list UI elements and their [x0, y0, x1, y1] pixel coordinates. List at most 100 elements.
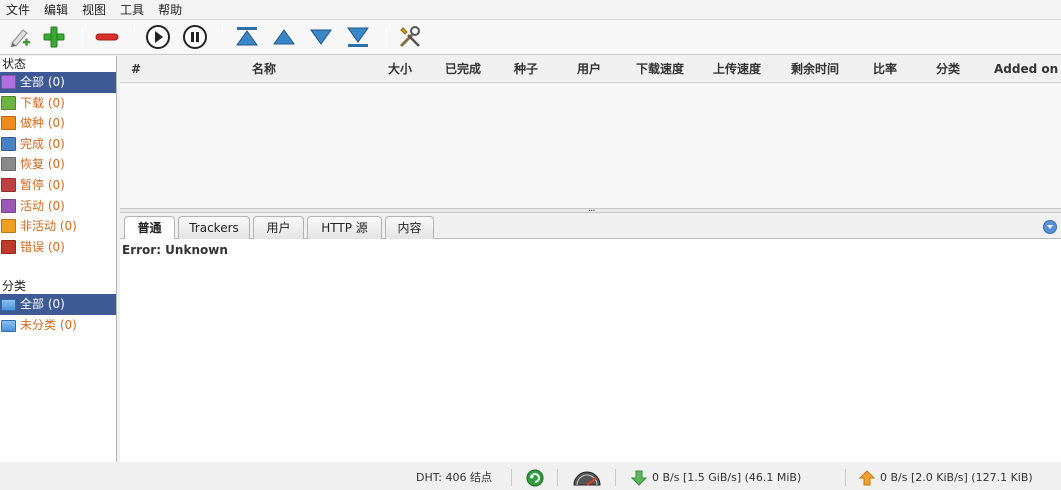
status-filter-item[interactable]: 下载 (0) — [0, 93, 116, 114]
tab-content[interactable]: 内容 — [385, 216, 434, 239]
status-filter-label: 全部 (0) — [20, 75, 65, 89]
properties-panel: Error: Unknown — [120, 239, 1061, 462]
column-seeds[interactable]: 种子 — [514, 56, 538, 83]
status-filter-item[interactable]: 做种 (0) — [0, 113, 116, 134]
pause-icon — [183, 25, 207, 49]
collapse-panel-icon[interactable] — [1043, 220, 1057, 234]
status-filter-icon — [1, 116, 16, 131]
folder-icon — [1, 319, 16, 332]
resume-icon — [146, 25, 170, 49]
upload-speed: 0 B/s [2.0 KiB/s] (127.1 KiB) — [880, 471, 1033, 484]
connection-status-icon[interactable] — [526, 469, 544, 490]
status-filter-list: 全部 (0) 下载 (0) 做种 (0) 完成 (0) 恢复 (0) 暂停 (0) 活动 (… — [0, 72, 116, 257]
category-filter-item[interactable]: 全部 (0) — [0, 294, 116, 315]
add-link-button[interactable] — [5, 23, 33, 51]
status-filter-item[interactable]: 错误 (0) — [0, 237, 116, 258]
toolbar-separator — [222, 26, 223, 48]
column-eta[interactable]: 剩余时间 — [791, 56, 839, 83]
move-down-button[interactable] — [307, 23, 335, 51]
status-filter-item[interactable]: 活动 (0) — [0, 196, 116, 217]
toolbar — [0, 20, 1061, 55]
menu-file[interactable]: 文件 — [0, 0, 38, 20]
status-filter-icon — [1, 75, 16, 89]
menu-edit[interactable]: 编辑 — [38, 0, 76, 20]
speed-limit-icon[interactable] — [572, 469, 602, 490]
status-filter-icon — [1, 157, 16, 172]
resume-button[interactable] — [144, 23, 172, 51]
status-filter-item[interactable]: 全部 (0) — [0, 72, 116, 93]
move-bottom-icon — [347, 27, 369, 47]
torrent-list[interactable]: # 名称 大小 已完成 种子 用户 下载速度 上传速度 剩余时间 比率 分类 A… — [120, 56, 1061, 208]
category-filter-list: 全部 (0) 未分类 (0) — [0, 294, 116, 335]
statusbar-separator — [511, 469, 512, 486]
move-down-icon — [310, 29, 332, 45]
status-filter-label: 下载 (0) — [20, 95, 65, 110]
column-upload-speed[interactable]: 上传速度 — [713, 56, 761, 83]
settings-icon — [399, 26, 420, 48]
move-up-icon — [273, 29, 295, 45]
remove-icon — [95, 33, 119, 41]
tab-general[interactable]: 普通 — [124, 216, 175, 240]
settings-button[interactable] — [396, 23, 424, 51]
status-filter-label: 暂停 (0) — [20, 177, 65, 192]
category-filter-item[interactable]: 未分类 (0) — [0, 315, 116, 336]
status-filter-icon — [1, 219, 16, 234]
dht-nodes: DHT: 406 结点 — [416, 471, 492, 484]
pause-button[interactable] — [181, 23, 209, 51]
menu-view[interactable]: 视图 — [76, 0, 114, 20]
remove-button[interactable] — [93, 23, 121, 51]
status-filter-item[interactable]: 非活动 (0) — [0, 216, 116, 237]
status-filter-icon — [1, 198, 16, 213]
toolbar-separator — [82, 26, 83, 48]
download-arrow-icon — [630, 470, 648, 489]
menu-tools[interactable]: 工具 — [114, 0, 152, 20]
column-name[interactable]: 名称 — [252, 56, 276, 83]
column-header-row: # 名称 大小 已完成 种子 用户 下载速度 上传速度 剩余时间 比率 分类 A… — [120, 56, 1061, 83]
status-filter-item[interactable]: 暂停 (0) — [0, 175, 116, 196]
menu-help[interactable]: 帮助 — [152, 0, 190, 20]
category-filter-label: 未分类 (0) — [20, 317, 77, 332]
tab-trackers[interactable]: Trackers — [178, 216, 250, 239]
move-up-button[interactable] — [270, 23, 298, 51]
column-peers[interactable]: 用户 — [577, 56, 601, 83]
add-torrent-icon — [43, 26, 65, 48]
status-filter-label: 做种 (0) — [20, 116, 65, 131]
tab-peers[interactable]: 用户 — [253, 216, 304, 239]
add-torrent-button[interactable] — [40, 23, 68, 51]
status-filter-label: 恢复 (0) — [20, 157, 65, 172]
status-filter-icon — [1, 95, 16, 110]
column-done[interactable]: 已完成 — [445, 56, 481, 83]
status-filter-label: 完成 (0) — [20, 136, 65, 151]
error-message: Error: Unknown — [122, 243, 228, 257]
status-bar: DHT: 406 结点 0 B/s [1.5 GiB/s] (46.1 MiB)… — [0, 466, 1061, 488]
toolbar-separator — [134, 26, 135, 48]
statusbar-separator — [845, 469, 846, 486]
status-filter-item[interactable]: 完成 (0) — [0, 134, 116, 155]
status-filter-label: 错误 (0) — [20, 239, 65, 254]
add-link-icon — [11, 29, 30, 47]
folder-icon — [1, 299, 16, 312]
main-area: # 名称 大小 已完成 种子 用户 下载速度 上传速度 剩余时间 比率 分类 A… — [120, 56, 1061, 462]
status-filter-icon — [1, 177, 16, 192]
statusbar-separator — [615, 469, 616, 486]
column-size[interactable]: 大小 — [388, 56, 412, 83]
column-added-on[interactable]: Added on — [994, 56, 1058, 83]
column-number[interactable]: # — [131, 56, 141, 83]
tab-http-sources[interactable]: HTTP 源 — [307, 216, 382, 239]
upload-arrow-icon — [858, 470, 876, 489]
properties-tabs: 普通 Trackers 用户 HTTP 源 内容 — [120, 213, 1061, 240]
move-bottom-button[interactable] — [344, 23, 372, 51]
status-filter-icon — [1, 136, 16, 151]
status-filter-label: 非活动 (0) — [20, 219, 77, 234]
move-top-button[interactable] — [233, 23, 261, 51]
column-ratio[interactable]: 比率 — [873, 56, 897, 83]
column-download-speed[interactable]: 下载速度 — [636, 56, 684, 83]
sidebar: 状态 全部 (0) 下载 (0) 做种 (0) 完成 (0) 恢复 (0) 暂停 (0) 活… — [0, 56, 117, 462]
category-header: 分类 — [2, 279, 27, 294]
status-filter-label: 活动 (0) — [20, 198, 65, 213]
status-filter-item[interactable]: 恢复 (0) — [0, 154, 116, 175]
move-top-icon — [236, 27, 258, 46]
status-filter-icon — [1, 239, 16, 254]
column-category[interactable]: 分类 — [936, 56, 960, 83]
